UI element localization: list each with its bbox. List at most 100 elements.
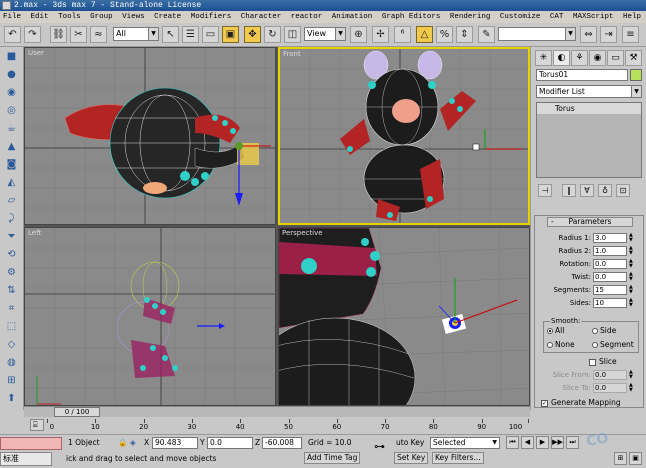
torus-icon[interactable]: ◎ <box>3 105 20 119</box>
menu-create[interactable]: Create <box>154 13 181 21</box>
time-slider[interactable]: 0 / 100 <box>54 407 100 417</box>
named-selection-sets-dropdown[interactable]: ▼ <box>498 27 576 41</box>
spinner-icon[interactable]: ▲ ▼ <box>629 233 635 243</box>
slice-checkbox[interactable]: Slice <box>589 357 617 366</box>
plane-icon[interactable]: ▱ <box>3 195 20 209</box>
viewport-label[interactable]: User <box>28 49 44 57</box>
smooth-all-radio[interactable]: All <box>547 326 564 335</box>
reference-coord-dropdown[interactable]: View ▼ <box>304 27 346 41</box>
viewport-front[interactable]: Front <box>278 47 530 225</box>
menu-help[interactable]: Help <box>623 13 641 21</box>
remove-modifier-icon[interactable]: ♁ <box>598 184 612 197</box>
key-mode-dropdown[interactable]: Selected ▼ <box>430 437 500 449</box>
menu-group[interactable]: Group <box>90 13 113 21</box>
object-color-swatch[interactable] <box>630 69 642 81</box>
sphere-icon[interactable]: ● <box>3 69 20 83</box>
cylinder-icon[interactable]: ◉ <box>3 87 20 101</box>
viewport-perspective[interactable]: Perspective <box>278 227 530 406</box>
window-crossing-icon[interactable]: ▣ <box>222 26 239 43</box>
hierarchy-tab-icon[interactable]: ⚘ <box>571 50 588 66</box>
key-filters-button[interactable]: Key Filters... <box>432 452 484 464</box>
select-and-scale-icon[interactable]: ◫ <box>284 26 301 43</box>
meshsmooth-icon[interactable]: ◍ <box>3 357 20 371</box>
param-input[interactable]: 0.0 <box>593 272 627 282</box>
rectangular-selection-icon[interactable]: ▭ <box>202 26 219 43</box>
play-icon[interactable]: ▶ <box>536 436 549 449</box>
box-icon[interactable]: ■ <box>3 51 20 65</box>
twist-icon[interactable]: ⟲ <box>3 249 20 263</box>
select-and-move-icon[interactable]: ✥ <box>244 26 261 43</box>
modifier-list-dropdown[interactable]: Modifier List ▼ <box>536 85 642 98</box>
object-name-field[interactable]: Torus01 <box>536 69 628 81</box>
create-tab-icon[interactable]: ✳ <box>535 50 552 66</box>
param-input[interactable]: 1.0 <box>593 246 627 256</box>
param-input[interactable]: 3.0 <box>593 233 627 243</box>
spinner-icon[interactable]: ▲ ▼ <box>629 259 635 269</box>
pyramid-icon[interactable]: ◭ <box>3 177 20 191</box>
pin-stack-icon[interactable]: ⊣ <box>538 184 552 197</box>
app-icon[interactable] <box>2 1 11 10</box>
generate-mapping-checkbox[interactable]: ✓ Generate Mapping <box>541 398 621 407</box>
noise-icon[interactable]: ⚙ <box>3 267 20 281</box>
x-coordinate-field[interactable]: 90.483 <box>152 437 198 449</box>
teapot-icon[interactable]: ☕ <box>3 123 20 137</box>
select-and-manipulate-icon[interactable]: ✢ <box>372 26 389 43</box>
angle-snap-icon[interactable]: △ <box>416 26 433 43</box>
viewport-label[interactable]: Left <box>28 229 41 237</box>
link-icon[interactable]: ⛓ <box>50 26 67 43</box>
align-icon[interactable]: ⇥ <box>600 26 617 43</box>
utilities-tab-icon[interactable]: ⚒ <box>625 50 642 66</box>
menu-cat[interactable]: CAT <box>550 13 564 21</box>
lattice-icon[interactable]: ⌗ <box>3 303 20 317</box>
viewport-left[interactable]: Left <box>24 227 276 406</box>
pivot-center-icon[interactable]: ⊕ <box>350 26 367 43</box>
uvw-map-icon[interactable]: ⊞ <box>3 375 20 389</box>
make-unique-icon[interactable]: ∀ <box>580 184 594 197</box>
viewport-label[interactable]: Perspective <box>282 229 323 237</box>
track-ruler[interactable]: 0 10 20 30 40 50 60 70 80 90 100 <box>47 419 530 433</box>
layer-manager-icon[interactable]: ≡ <box>622 26 639 43</box>
undo-icon[interactable]: ↶ <box>4 26 21 43</box>
viewport-user[interactable]: User <box>24 47 276 225</box>
smooth-side-radio[interactable]: Side <box>592 326 616 335</box>
mirror-icon[interactable]: ⇔ <box>580 26 597 43</box>
set-key-button[interactable]: Set Key <box>394 452 429 464</box>
select-object-icon[interactable]: ↖ <box>162 26 179 43</box>
percent-snap-icon[interactable]: % <box>436 26 453 43</box>
spinner-icon[interactable]: ▲ ▼ <box>629 272 635 282</box>
motion-tab-icon[interactable]: ◉ <box>589 50 606 66</box>
spinner-icon[interactable]: ▲ ▼ <box>629 246 635 256</box>
extrude-icon[interactable]: ⬆ <box>3 393 20 407</box>
menu-tools[interactable]: Tools <box>58 13 81 21</box>
ffd-icon[interactable]: ⬚ <box>3 321 20 335</box>
tube-icon[interactable]: ◙ <box>3 159 20 173</box>
go-to-start-icon[interactable]: ⏮ <box>506 436 519 449</box>
absolute-mode-icon[interactable]: ◈ <box>130 437 136 449</box>
redo-icon[interactable]: ↷ <box>24 26 41 43</box>
menu-maxscript[interactable]: MAXScript <box>573 13 614 21</box>
mini-curve-icon[interactable]: ⌸ <box>30 419 44 431</box>
menu-character[interactable]: Character <box>241 13 282 21</box>
z-coordinate-field[interactable]: -60.008 <box>262 437 302 449</box>
menu-edit[interactable]: Edit <box>31 13 49 21</box>
stretch-icon[interactable]: ⇅ <box>3 285 20 299</box>
param-input[interactable]: 10 <box>593 298 627 308</box>
unlink-icon[interactable]: ✂ <box>70 26 87 43</box>
viewport-label[interactable]: Front <box>283 50 301 58</box>
named-selection-icon[interactable]: ✎ <box>478 26 495 43</box>
menu-reactor[interactable]: reactor <box>291 13 323 21</box>
stack-item-torus[interactable]: Torus <box>537 103 641 114</box>
display-tab-icon[interactable]: ▭ <box>607 50 624 66</box>
select-and-rotate-icon[interactable]: ↻ <box>264 26 281 43</box>
edit-mesh-icon[interactable]: ◇ <box>3 339 20 353</box>
next-frame-icon[interactable]: ▶▶ <box>551 436 564 449</box>
cone-icon[interactable]: ▲ <box>3 141 20 155</box>
key-icon[interactable]: ⊶ <box>374 441 385 453</box>
menu-modifiers[interactable]: Modifiers <box>191 13 232 21</box>
menu-views[interactable]: Views <box>122 13 145 21</box>
param-input[interactable]: 0.0 <box>593 259 627 269</box>
add-time-tag-button[interactable]: Add Time Tag <box>304 452 361 464</box>
spinner-icon[interactable]: ▲ ▼ <box>629 285 635 295</box>
bind-space-warp-icon[interactable]: ≈ <box>90 26 107 43</box>
modify-tab-icon[interactable]: ◐ <box>553 50 570 66</box>
